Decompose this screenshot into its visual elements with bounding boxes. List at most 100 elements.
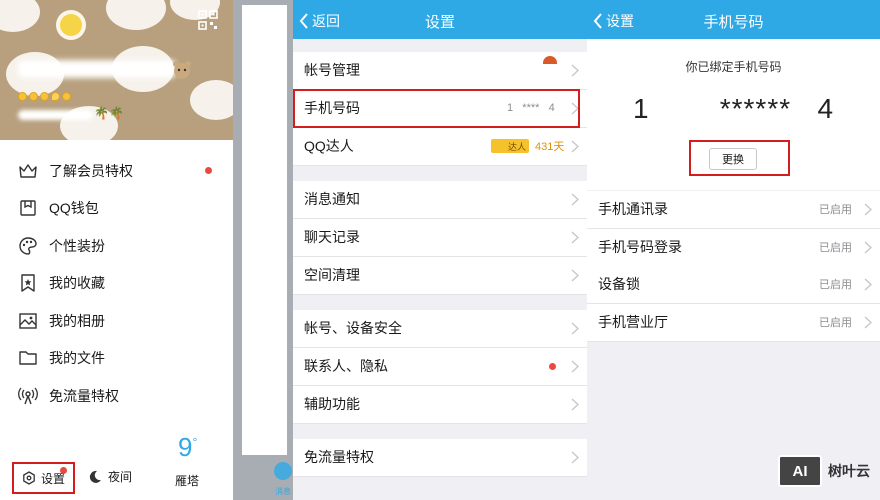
chevron-right-icon (864, 241, 872, 254)
phone-number-screen: 设置 手机号码 你已绑定手机号码 1 ****** 4 更换 手机通讯录 已启用… (587, 0, 880, 500)
row-label: 联系人、隐私 (304, 358, 388, 375)
menu-item-free-data[interactable]: 免流量特权 (0, 377, 233, 415)
page-title: 设置 (424, 14, 455, 31)
sun-icon (40, 92, 49, 101)
bear-icon (173, 61, 191, 79)
qr-code-icon[interactable] (198, 10, 218, 30)
badge-label: 达人 (507, 141, 526, 152)
nav-bar: 设置 手机号码 (587, 0, 880, 39)
night-label: 夜间 (108, 470, 133, 484)
chevron-right-icon (571, 140, 579, 153)
settings-button[interactable]: 设置 (12, 462, 75, 494)
row-label: 聊天记录 (304, 229, 360, 246)
avatar-redacted (543, 56, 557, 64)
wallet-icon (20, 200, 36, 216)
profile-header[interactable]: 🌴🌴 (0, 0, 233, 140)
menu-item-label: 免流量特权 (49, 387, 119, 404)
chevron-right-icon (571, 322, 579, 335)
settings-row-privacy[interactable]: 联系人、隐私 (293, 348, 587, 386)
menu-item-label: 个性装扮 (49, 237, 105, 254)
phone-row-device-lock[interactable]: 设备锁 已启用 (587, 266, 880, 304)
nickname-redacted (18, 60, 176, 78)
page-title: 手机号码 (703, 14, 764, 31)
crown-icon (19, 164, 37, 178)
settings-row-free-data[interactable]: 免流量特权 (293, 439, 587, 477)
night-mode-button[interactable]: 夜间 (88, 468, 132, 485)
side-drawer: 🌴🌴 了解会员特权 QQ钱包 个性装扮 我的收藏 我的相册 我的文件 免流量特权… (0, 0, 233, 500)
menu-item-favorites[interactable]: 我的收藏 (0, 265, 233, 303)
row-label: 手机通讯录 (598, 201, 668, 218)
row-status: 已启用 (819, 317, 852, 330)
background-pattern (190, 80, 233, 120)
message-tab-icon[interactable] (274, 462, 292, 480)
row-status: 已启用 (819, 204, 852, 217)
sun-icon (18, 92, 27, 101)
row-label: 帐号、设备安全 (304, 320, 402, 337)
drawer-menu: 了解会员特权 QQ钱包 个性装扮 我的收藏 我的相册 我的文件 免流量特权 (0, 152, 233, 415)
menu-item-label: 我的文件 (49, 350, 105, 367)
qq-master-badge: 达人 (491, 139, 529, 153)
chevron-right-icon (571, 64, 579, 77)
background-pattern (106, 0, 166, 30)
chevron-right-icon (864, 278, 872, 291)
notification-dot (205, 167, 212, 174)
settings-screen: 返回 设置 帐号管理 手机号码 1 **** 4 QQ达人 达人 431天 消息… (293, 0, 587, 500)
drawer-footer: 设置 夜间 9° 雁塔 (0, 430, 233, 500)
menu-item-album[interactable]: 我的相册 (0, 302, 233, 340)
chevron-right-icon (571, 231, 579, 244)
watermark: AI 树叶云 (778, 455, 870, 487)
chevron-right-icon (571, 193, 579, 206)
settings-row-accessibility[interactable]: 辅助功能 (293, 386, 587, 424)
settings-row-security[interactable]: 帐号、设备安全 (293, 310, 587, 348)
chevron-right-icon (864, 316, 872, 329)
menu-item-label: 了解会员特权 (49, 162, 133, 179)
egg-decoration (60, 14, 82, 36)
weather-city: 雁塔 (175, 474, 200, 488)
watermark-text: 树叶云 (828, 463, 870, 479)
sun-icon (29, 92, 38, 101)
settings-row-notify[interactable]: 消息通知 (293, 181, 587, 219)
row-label: 设备锁 (598, 276, 640, 293)
main-screen-content (242, 5, 287, 455)
watermark-logo: AI (778, 455, 822, 487)
highlight-box (689, 140, 790, 176)
star-icon (62, 92, 71, 101)
menu-item-label: QQ钱包 (49, 200, 99, 217)
weather-temperature[interactable]: 9° (178, 432, 197, 463)
moon-icon (89, 470, 101, 483)
moon-icon (51, 92, 60, 101)
gear-icon (23, 471, 35, 485)
chevron-right-icon (571, 398, 579, 411)
menu-item-wallet[interactable]: QQ钱包 (0, 190, 233, 228)
palm-tree-icon: 🌴🌴 (94, 106, 124, 120)
settings-row-chat-history[interactable]: 聊天记录 (293, 219, 587, 257)
background-pattern (0, 0, 40, 32)
notification-dot (60, 467, 67, 474)
phone-row-mobile-hall[interactable]: 手机营业厅 已启用 (587, 304, 880, 342)
settings-row-storage[interactable]: 空间清理 (293, 257, 587, 295)
menu-item-files[interactable]: 我的文件 (0, 340, 233, 378)
notification-dot (549, 363, 556, 370)
chevron-right-icon (571, 360, 579, 373)
bookmark-icon (21, 274, 35, 292)
row-label: 空间清理 (304, 267, 360, 284)
folder-icon (19, 351, 37, 365)
phone-row-contacts[interactable]: 手机通讯录 已启用 (587, 191, 880, 229)
highlight-box (293, 89, 580, 128)
settings-row-account[interactable]: 帐号管理 (293, 52, 587, 90)
settings-row-qq-master[interactable]: QQ达人 达人 431天 (293, 128, 587, 166)
row-label: 手机号码登录 (598, 239, 682, 256)
temperature-unit: ° (192, 435, 198, 449)
nav-bar: 返回 设置 (293, 0, 587, 39)
phone-row-phone-login[interactable]: 手机号码登录 已启用 (587, 229, 880, 267)
menu-item-label: 我的收藏 (49, 275, 105, 292)
menu-item-theme[interactable]: 个性装扮 (0, 227, 233, 265)
row-label: 消息通知 (304, 191, 360, 208)
row-label: 手机营业厅 (598, 314, 668, 331)
qq-master-days: 431天 (535, 141, 565, 154)
menu-item-label: 我的相册 (49, 312, 105, 329)
signal-icon (18, 387, 38, 404)
photo-icon (19, 313, 37, 329)
bound-phone-number: 1 ****** 4 (632, 93, 835, 124)
menu-item-vip[interactable]: 了解会员特权 (0, 152, 233, 190)
